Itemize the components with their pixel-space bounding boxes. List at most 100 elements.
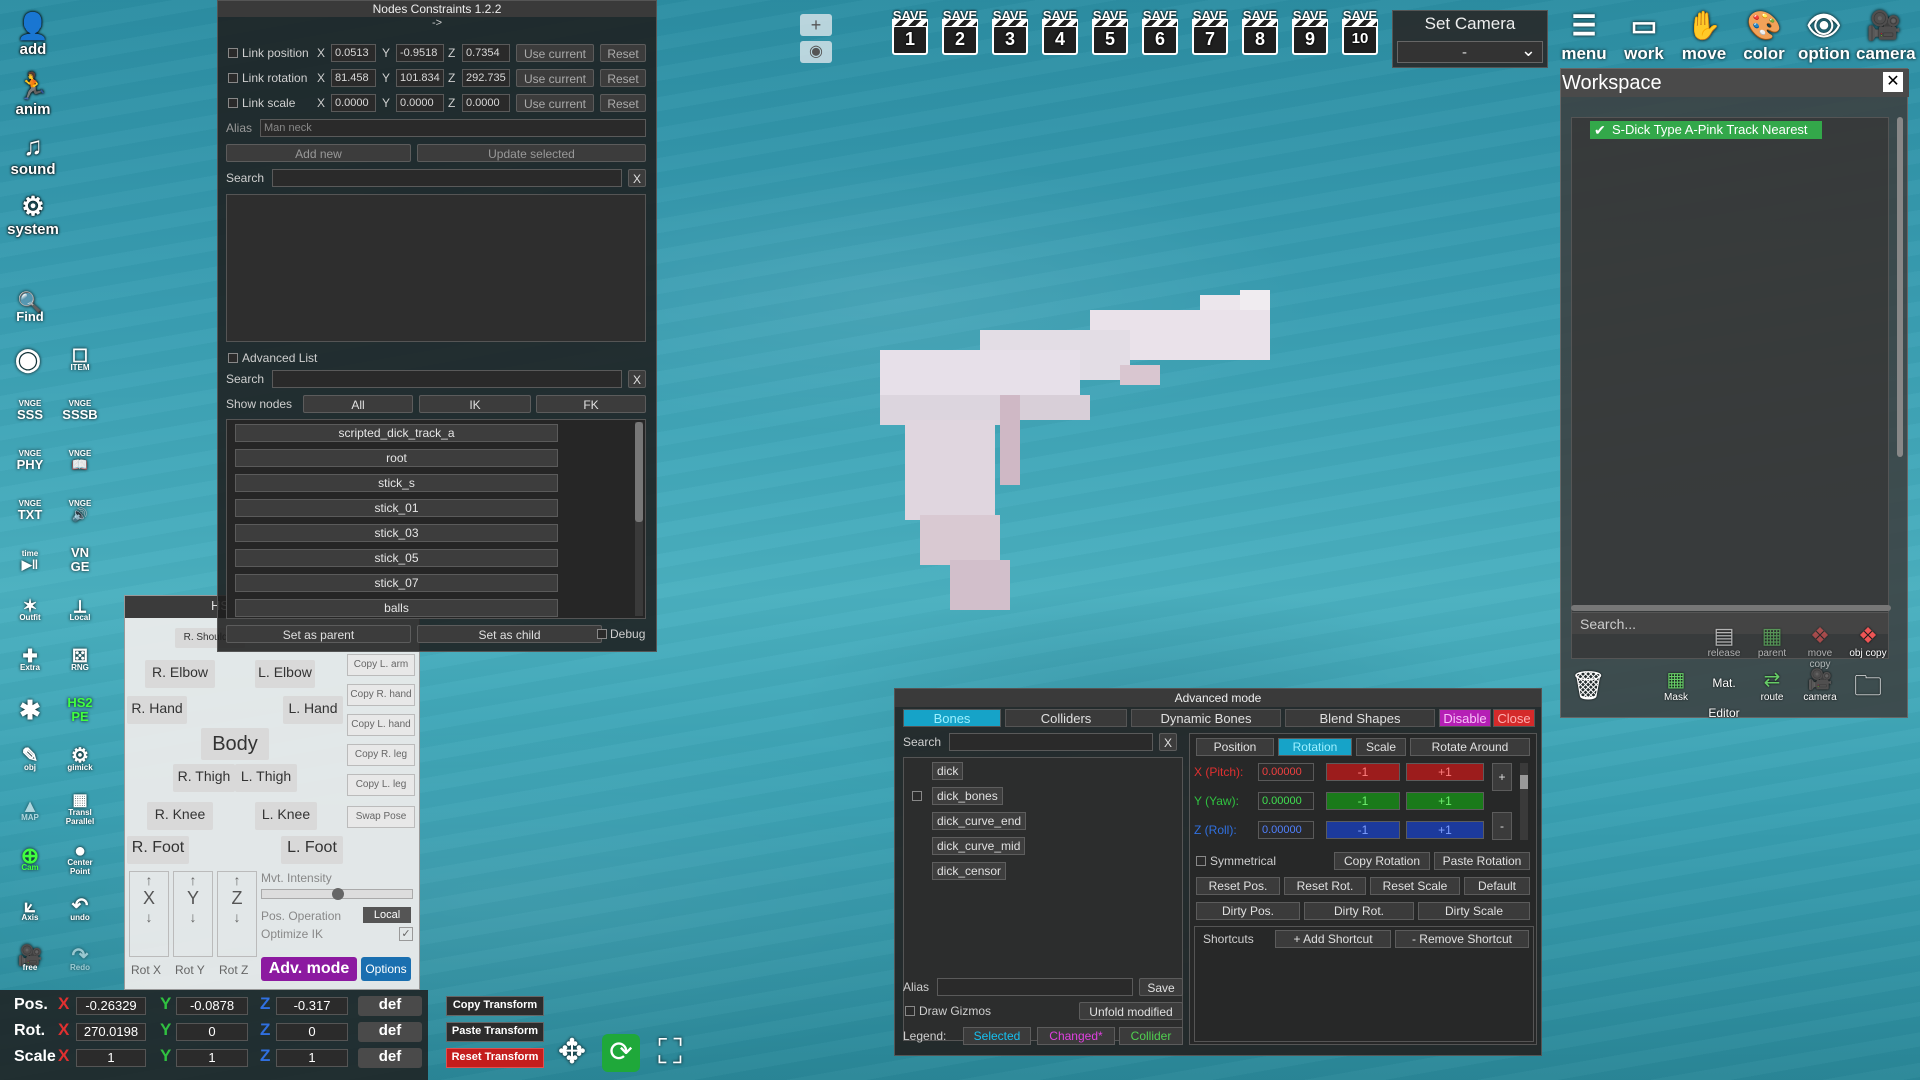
pos-x-input[interactable]: -0.26329 bbox=[76, 997, 146, 1015]
list-item[interactable]: stick_01 bbox=[235, 499, 558, 517]
timeline-button[interactable]: time ▶‖ bbox=[10, 540, 50, 580]
copy-r-hand-button[interactable]: Copy R. hand bbox=[347, 684, 415, 706]
advanced-list-checkbox[interactable] bbox=[228, 353, 238, 363]
bone-alias-input[interactable] bbox=[937, 978, 1133, 996]
tab-colliders[interactable]: Colliders bbox=[1005, 709, 1127, 727]
rot-y-button[interactable]: Rot Y bbox=[175, 963, 205, 977]
vnge-phy-button[interactable]: VNGE PHY bbox=[10, 440, 50, 480]
mask-button[interactable]: ▦ Mask bbox=[1656, 668, 1696, 708]
anim-button[interactable]: 🏃 anim bbox=[8, 68, 58, 118]
adv-mode-button[interactable]: Adv. mode bbox=[261, 957, 357, 981]
link-position-use-current-button[interactable]: Use current bbox=[516, 44, 594, 62]
save-slot-8-button[interactable]: SAVE 8 bbox=[1238, 8, 1282, 60]
nodes-list[interactable]: scripted_dick_track_a root stick_s stick… bbox=[226, 419, 646, 619]
pos-z-input[interactable]: -0.317 bbox=[276, 997, 348, 1015]
cam-button[interactable]: ⊕ Cam bbox=[10, 840, 50, 880]
rot-z-input[interactable]: 0 bbox=[276, 1023, 348, 1041]
search-input[interactable] bbox=[272, 169, 622, 187]
add-new-button[interactable]: Add new bbox=[226, 144, 411, 162]
list-item[interactable]: scripted_dick_track_a bbox=[235, 424, 558, 442]
bone-item[interactable]: dick bbox=[932, 762, 964, 780]
undo-button[interactable]: ↶ undo bbox=[60, 890, 100, 930]
list-item[interactable]: stick_03 bbox=[235, 524, 558, 542]
save-slot-2-button[interactable]: SAVE 2 bbox=[938, 8, 982, 60]
tab-rotate-around[interactable]: Rotate Around bbox=[1410, 738, 1530, 756]
list-item[interactable]: stick_05 bbox=[235, 549, 558, 567]
l-elbow-button[interactable]: L. Elbow bbox=[255, 660, 315, 688]
symmetrical-checkbox[interactable] bbox=[1196, 856, 1206, 866]
link-rotation-reset-button[interactable]: Reset bbox=[600, 69, 646, 87]
parent-button[interactable]: ▦ parent bbox=[1752, 624, 1792, 664]
copy-rotation-button[interactable]: Copy Rotation bbox=[1334, 852, 1430, 870]
obj-copy-button[interactable]: ❖ obj copy bbox=[1848, 624, 1888, 664]
reset-rot-button[interactable]: Reset Rot. bbox=[1284, 877, 1366, 895]
axis-button[interactable]: ⟀ Axis bbox=[10, 890, 50, 930]
bone-item[interactable]: dick_bones bbox=[932, 787, 1003, 805]
save-slot-3-button[interactable]: SAVE 3 bbox=[988, 8, 1032, 60]
free-button[interactable]: 🎥 free bbox=[10, 940, 50, 980]
scale-def-button[interactable]: def bbox=[358, 1048, 422, 1068]
scale-x-input[interactable]: 1 bbox=[76, 1049, 146, 1067]
route-button[interactable]: ⇄ route bbox=[1752, 668, 1792, 708]
list-item[interactable]: stick_s bbox=[235, 474, 558, 492]
add-button[interactable]: 👤 add bbox=[8, 8, 58, 58]
yaw-input[interactable]: 0.00000 bbox=[1258, 792, 1314, 810]
options-button[interactable]: Options bbox=[361, 957, 411, 981]
center-point-button[interactable]: ● Center Point bbox=[60, 840, 100, 880]
tab-bones[interactable]: Bones bbox=[903, 709, 1001, 727]
color-button[interactable]: 🎨 color bbox=[1736, 8, 1792, 64]
pitch-input[interactable]: 0.00000 bbox=[1258, 763, 1314, 781]
screenshot-button[interactable]: ◉ bbox=[8, 340, 48, 380]
gimick-button[interactable]: ⚙ gimick bbox=[60, 740, 100, 780]
link-rotation-x[interactable]: 81.458 bbox=[331, 69, 376, 87]
pose-button[interactable]: ✱ bbox=[10, 690, 50, 730]
l-knee-button[interactable]: L. Knee bbox=[255, 802, 317, 830]
reset-transform-button[interactable]: Reset Transform bbox=[446, 1048, 544, 1068]
alias-input[interactable]: Man neck bbox=[260, 119, 646, 137]
rot-x-button[interactable]: Rot X bbox=[131, 963, 161, 977]
link-rotation-y[interactable]: 101.834 bbox=[396, 69, 444, 87]
workspace-tree[interactable]: ✔ S-Dick Type A-Pink Track Nearest Searc… bbox=[1571, 117, 1889, 659]
bone-search-input[interactable] bbox=[949, 733, 1153, 751]
pos-y-input[interactable]: -0.0878 bbox=[176, 997, 248, 1015]
add-shortcut-button[interactable]: + Add Shortcut bbox=[1275, 930, 1391, 948]
scale-gizmo-icon[interactable]: ⛶ bbox=[650, 1032, 690, 1072]
rotate-gizmo-icon[interactable]: ⟳ bbox=[602, 1034, 640, 1072]
y-move-control[interactable]: ↑ Y ↓ bbox=[173, 871, 213, 957]
filter-ik-button[interactable]: IK bbox=[419, 395, 531, 413]
l-hand-button[interactable]: L. Hand bbox=[283, 696, 343, 724]
z-move-control[interactable]: ↑ Z ↓ bbox=[217, 871, 257, 957]
save-slot-9-button[interactable]: SAVE 9 bbox=[1288, 8, 1332, 60]
set-as-parent-button[interactable]: Set as parent bbox=[226, 625, 411, 643]
obj-button[interactable]: ✎ obj bbox=[10, 740, 50, 780]
link-position-reset-button[interactable]: Reset bbox=[600, 44, 646, 62]
roll-minus-button[interactable]: -1 bbox=[1326, 821, 1400, 839]
folder-button[interactable]: 🗀 bbox=[1848, 668, 1888, 708]
rot-z-button[interactable]: Rot Z bbox=[219, 963, 248, 977]
link-scale-x[interactable]: 0.0000 bbox=[331, 94, 376, 112]
x-move-control[interactable]: ↑ X ↓ bbox=[129, 871, 169, 957]
link-scale-use-current-button[interactable]: Use current bbox=[516, 94, 594, 112]
copy-r-leg-button[interactable]: Copy R. leg bbox=[347, 744, 415, 766]
item-button[interactable]: ☐ ITEM bbox=[60, 340, 100, 380]
rot-def-button[interactable]: def bbox=[358, 1022, 422, 1042]
vnge-sssb-button[interactable]: VNGE SSSB bbox=[60, 390, 100, 430]
bones-tree[interactable]: dick dick_bones dick_curve_end dick_curv… bbox=[903, 757, 1183, 1041]
local-button[interactable]: ⟂ Local bbox=[60, 590, 100, 630]
yaw-minus-button[interactable]: -1 bbox=[1326, 792, 1400, 810]
link-position-y[interactable]: -0.9518 bbox=[396, 44, 444, 62]
pitch-minus-button[interactable]: -1 bbox=[1326, 763, 1400, 781]
bone-item[interactable]: dick_censor bbox=[932, 862, 1007, 880]
reset-scale-button[interactable]: Reset Scale bbox=[1370, 877, 1460, 895]
link-scale-z[interactable]: 0.0000 bbox=[462, 94, 510, 112]
tab-rotation[interactable]: Rotation bbox=[1278, 738, 1352, 756]
map-button[interactable]: ▲ MAP bbox=[10, 790, 50, 830]
tab-position[interactable]: Position bbox=[1196, 738, 1274, 756]
swap-pose-button[interactable]: Swap Pose bbox=[347, 806, 415, 828]
remove-shortcut-button[interactable]: - Remove Shortcut bbox=[1395, 930, 1529, 948]
copy-l-arm-button[interactable]: Copy L. arm bbox=[347, 654, 415, 676]
link-rotation-use-current-button[interactable]: Use current bbox=[516, 69, 594, 87]
paste-transform-button[interactable]: Paste Transform bbox=[446, 1022, 544, 1042]
workspace-camera-button[interactable]: 🎥 camera bbox=[1800, 668, 1840, 708]
camera-button[interactable]: 🎥 camera bbox=[1856, 8, 1916, 64]
